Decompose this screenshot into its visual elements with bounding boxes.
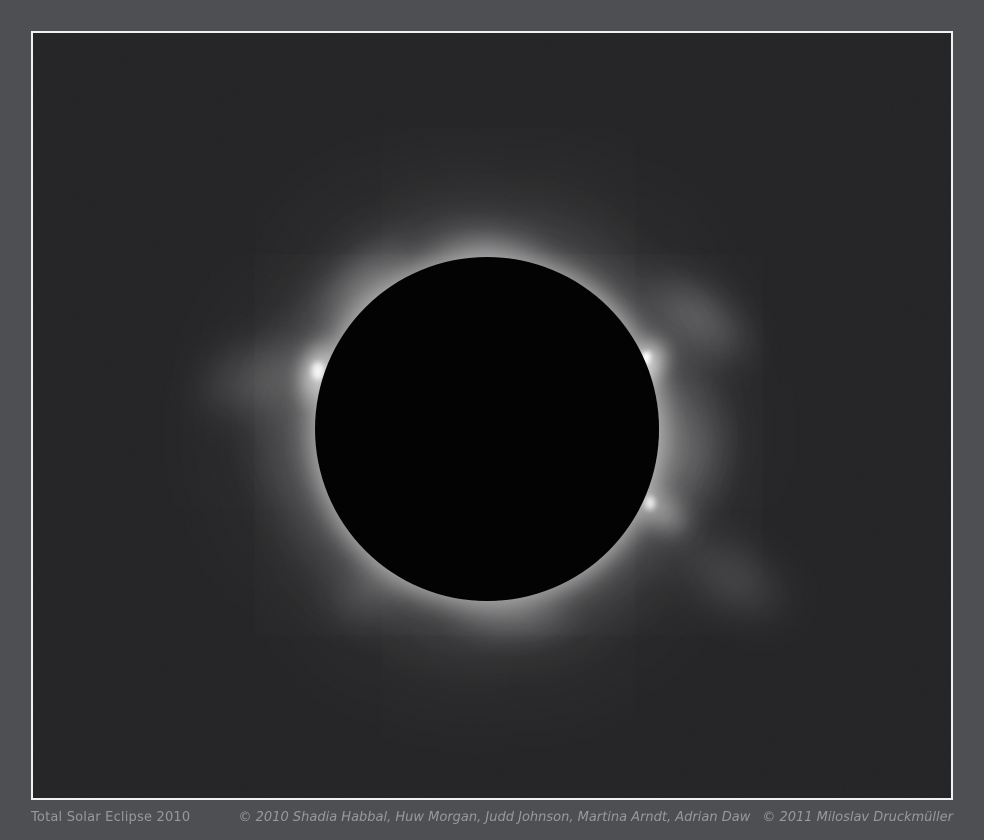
corona-streamer-lower-right [622,483,845,674]
photo-credits: © 2010 Shadia Habbal, Huw Morgan, Judd J… [239,807,953,829]
moon-disk [315,257,659,601]
eclipse-photo [33,33,951,798]
prominence-spot-lower-right [645,496,655,510]
photo-title: Total Solar Eclipse 2010 [31,807,190,829]
credit-processing: © 2011 Miloslav Druckmüller [762,807,953,829]
page-background: { "colors": { "page-bg": "#4d4f53", "fra… [0,0,984,840]
caption-bar: Total Solar Eclipse 2010 © 2010 Shadia H… [31,807,953,829]
credit-photographers: © 2010 Shadia Habbal, Huw Morgan, Judd J… [239,807,751,829]
eclipse-photo-frame [31,31,953,800]
